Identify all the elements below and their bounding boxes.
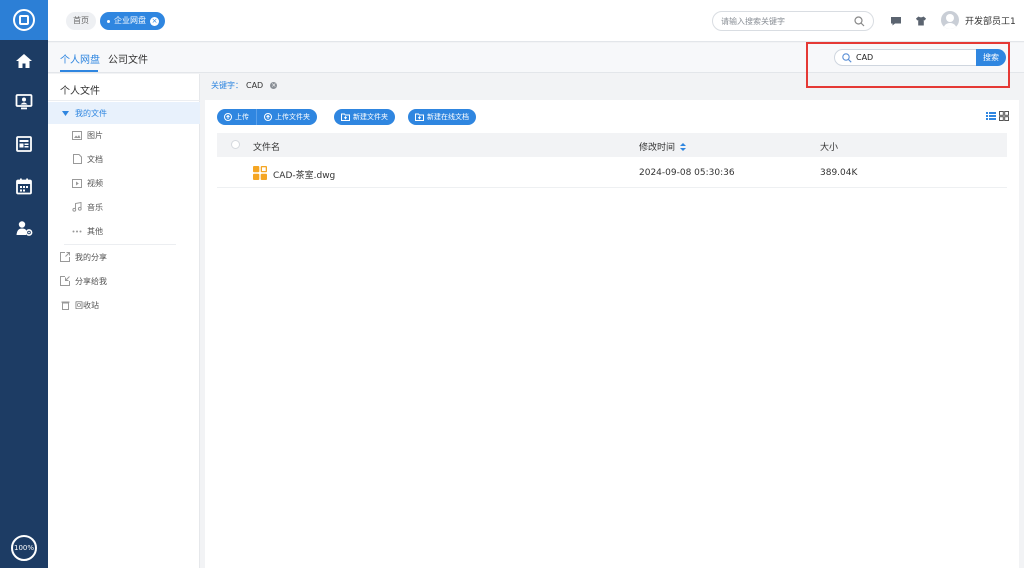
left-rail: 100% xyxy=(0,0,48,568)
tree-item-my-share[interactable]: 我的分享 xyxy=(48,246,200,268)
tree-item-label: 回收站 xyxy=(75,300,99,310)
file-modified: 2024-09-08 05:30:36 xyxy=(639,168,735,178)
file-name[interactable]: CAD-茶室.dwg xyxy=(273,168,335,181)
new-folder-group: 新建文件夹 xyxy=(334,109,395,125)
breadcrumb-home[interactable]: 首页 xyxy=(66,12,96,30)
column-header-name[interactable]: 文件名 xyxy=(253,140,280,153)
skin-shirt-icon[interactable] xyxy=(914,14,928,28)
grid-view-icon[interactable] xyxy=(999,111,1009,121)
calendar-icon[interactable] xyxy=(0,172,48,200)
select-all-checkbox[interactable] xyxy=(231,140,240,149)
cloud-upload-icon xyxy=(264,113,272,121)
keyword-label: 关键字： xyxy=(211,81,243,90)
keyword-search-input[interactable] xyxy=(856,52,974,63)
inbox-share-icon xyxy=(60,276,70,286)
tree-item-others[interactable]: 其他 xyxy=(48,220,200,242)
share-icon xyxy=(60,252,70,262)
news-icon[interactable] xyxy=(0,130,48,158)
new-online-doc-button[interactable]: 新建在线文档 xyxy=(408,109,476,125)
tree-title: 个人文件 xyxy=(60,86,100,97)
keyword-search-box xyxy=(834,49,978,66)
upload-label: 上传 xyxy=(235,113,249,121)
user-settings-icon[interactable] xyxy=(0,214,48,242)
column-header-modified[interactable]: 修改时间 xyxy=(639,140,687,153)
view-toggle xyxy=(986,111,1009,121)
zoom-level-badge[interactable]: 100% xyxy=(11,535,37,561)
tree-item-label: 视频 xyxy=(87,178,103,188)
search-icon[interactable] xyxy=(854,16,865,27)
search-icon xyxy=(842,53,852,63)
avatar[interactable] xyxy=(941,11,959,29)
keyword-value: CAD xyxy=(246,81,264,90)
tree-item-music[interactable]: 音乐 xyxy=(48,196,200,218)
tree-item-label: 图片 xyxy=(87,130,103,140)
table-row[interactable]: CAD-茶室.dwg 2024-09-08 05:30:36 389.04K xyxy=(217,158,1007,188)
document-icon xyxy=(72,154,82,164)
tree-item-label: 文档 xyxy=(87,154,103,164)
file-tree-sidebar: 个人文件 我的文件 图片 文档 视频 音乐 其他 我的分享 分享给我 回收站 xyxy=(48,74,200,568)
tree-item-videos[interactable]: 视频 xyxy=(48,172,200,194)
caret-down-icon xyxy=(60,108,70,118)
keyword-search-button[interactable]: 搜索 xyxy=(976,49,1006,66)
column-header-size[interactable]: 大小 xyxy=(820,140,838,153)
main-content: 关键字： CAD × 上传 上传文件夹 新建文件夹 新建在线文档 文件名 修改时… xyxy=(200,74,1024,568)
new-folder-label: 新建文件夹 xyxy=(353,113,388,121)
new-folder-button[interactable]: 新建文件夹 xyxy=(334,109,395,125)
keyword-filter: 关键字： CAD × xyxy=(211,80,278,91)
new-online-doc-label: 新建在线文档 xyxy=(427,113,469,121)
tree-item-label: 我的文件 xyxy=(75,108,107,118)
dwg-file-icon xyxy=(253,166,267,180)
global-search-box xyxy=(712,11,874,31)
file-list-panel: 上传 上传文件夹 新建文件夹 新建在线文档 文件名 修改时间 大小 CAD-茶室… xyxy=(205,100,1019,568)
tab-personal-drive[interactable]: 个人网盘 xyxy=(60,51,100,66)
breadcrumb-active-label: 企业网盘 xyxy=(114,16,146,25)
message-icon[interactable] xyxy=(889,14,903,28)
tree-item-recycle-bin[interactable]: 回收站 xyxy=(48,294,200,316)
tab-active-underline xyxy=(60,70,98,72)
tree-item-documents[interactable]: 文档 xyxy=(48,148,200,170)
close-tab-icon[interactable]: × xyxy=(150,16,159,26)
music-icon xyxy=(72,202,82,212)
tree-item-shared-to-me[interactable]: 分享给我 xyxy=(48,270,200,292)
monitor-user-icon[interactable] xyxy=(0,88,48,116)
list-view-icon[interactable] xyxy=(986,111,996,121)
tree-item-my-files[interactable]: 我的文件 xyxy=(48,102,200,124)
home-icon[interactable] xyxy=(0,47,48,75)
tree-item-label: 分享给我 xyxy=(75,276,107,286)
tree-item-images[interactable]: 图片 xyxy=(48,124,200,146)
upload-button[interactable]: 上传 xyxy=(217,109,257,125)
column-header-modified-label: 修改时间 xyxy=(639,143,676,153)
table-header: 文件名 修改时间 大小 xyxy=(217,133,1007,157)
more-dots-icon xyxy=(72,226,82,236)
sort-icon[interactable] xyxy=(680,142,687,151)
clear-keyword-icon[interactable]: × xyxy=(270,82,278,89)
video-icon xyxy=(72,178,82,188)
logo-icon xyxy=(13,9,35,31)
active-dot-icon xyxy=(107,19,110,23)
tree-item-label: 我的分享 xyxy=(75,252,107,262)
divider xyxy=(48,100,200,101)
file-size: 389.04K xyxy=(820,168,858,178)
trash-icon xyxy=(60,300,70,310)
divider xyxy=(64,244,176,245)
upload-button-group: 上传 上传文件夹 xyxy=(217,109,317,125)
image-icon xyxy=(72,130,82,140)
tree-item-label: 其他 xyxy=(87,226,103,236)
doc-add-icon xyxy=(415,113,424,121)
upload-folder-button[interactable]: 上传文件夹 xyxy=(257,109,317,125)
breadcrumb-enterprise-drive[interactable]: 企业网盘 × xyxy=(100,12,165,30)
new-doc-group: 新建在线文档 xyxy=(408,109,476,125)
tab-company-files[interactable]: 公司文件 xyxy=(108,51,148,66)
cloud-upload-icon xyxy=(224,113,232,121)
global-search-input[interactable] xyxy=(721,15,851,28)
app-logo[interactable] xyxy=(0,0,48,40)
top-bar: 首页 企业网盘 × 开发部员工1 xyxy=(48,0,1024,42)
drive-tab-bar: 个人网盘 公司文件 搜索 xyxy=(48,43,1024,73)
user-name[interactable]: 开发部员工1 xyxy=(965,14,1016,27)
folder-add-icon xyxy=(341,113,350,121)
tree-item-label: 音乐 xyxy=(87,202,103,212)
upload-folder-label: 上传文件夹 xyxy=(275,113,310,121)
